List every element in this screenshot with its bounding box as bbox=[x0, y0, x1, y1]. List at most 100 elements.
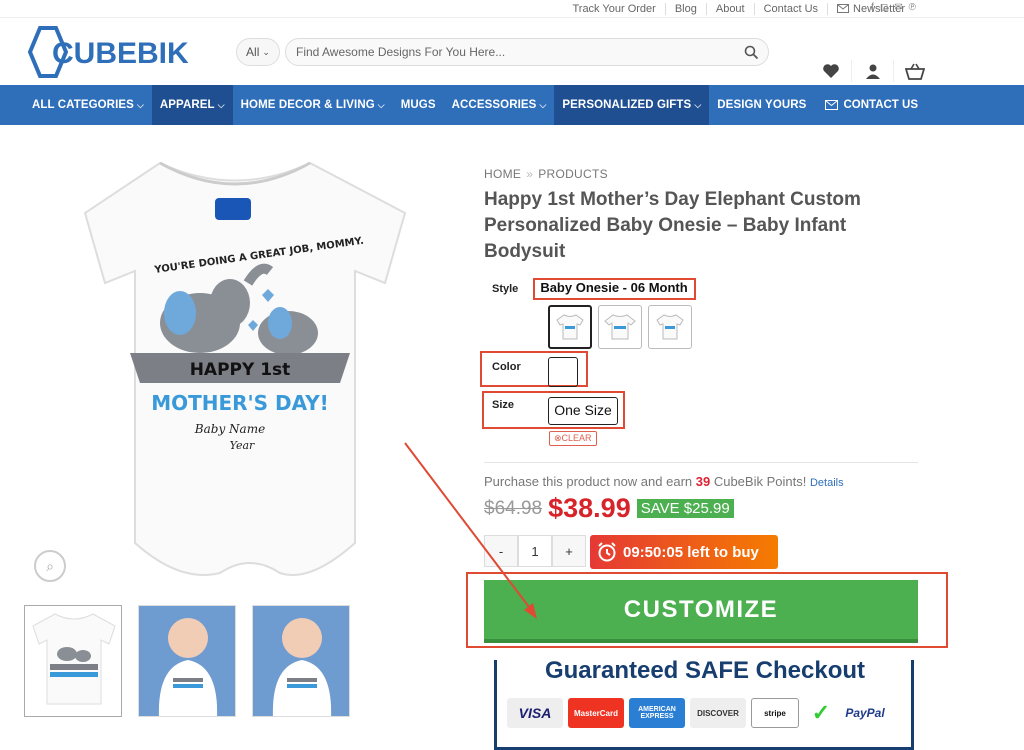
mastercard-icon: MasterCard bbox=[568, 698, 624, 728]
art-line3: MOTHER'S DAY! bbox=[151, 391, 329, 415]
search-placeholder: Find Awesome Designs For You Here... bbox=[296, 45, 506, 59]
payment-cards: VISA MasterCard AMERICAN EXPRESS DISCOVE… bbox=[507, 698, 887, 728]
nav-label: ACCESSORIES bbox=[451, 99, 537, 111]
points-text: Purchase this product now and earn bbox=[484, 474, 696, 489]
paypal-icon: PayPal bbox=[843, 698, 887, 728]
points-message: Purchase this product now and earn 39 Cu… bbox=[484, 474, 844, 489]
category-select[interactable]: All ⌄ bbox=[236, 38, 280, 66]
nav-accessories[interactable]: ACCESSORIES ⌵ bbox=[444, 85, 555, 125]
save-badge: SAVE $25.99 bbox=[636, 499, 734, 518]
customize-button[interactable]: CUSTOMIZE bbox=[484, 580, 918, 643]
chevron-down-icon: ⌵ bbox=[377, 99, 385, 110]
points-text-end: CubeBik Points! bbox=[710, 474, 807, 489]
contact-label: CONTACT US bbox=[843, 99, 918, 111]
art-line5: Year bbox=[230, 439, 255, 452]
facebook-icon[interactable]: f bbox=[871, 2, 874, 13]
nav-label: APPAREL bbox=[159, 99, 215, 111]
top-bar: Track Your Order Blog About Contact Us N… bbox=[0, 0, 1024, 18]
product-title: Happy 1st Mother’s Day Elephant Custom P… bbox=[484, 189, 861, 262]
thumbnail-baby-1[interactable] bbox=[138, 605, 236, 717]
nav-mugs[interactable]: MUGS bbox=[393, 85, 444, 125]
envelope-icon bbox=[837, 4, 850, 13]
style-swatches bbox=[548, 305, 692, 349]
nav-label: PERSONALIZED GIFTS bbox=[562, 99, 692, 111]
cubebik-logo[interactable]: CUBEBIK bbox=[22, 24, 217, 80]
qty-input[interactable]: 1 bbox=[518, 535, 552, 567]
nav-apparel[interactable]: APPAREL ⌵ bbox=[151, 85, 233, 125]
blog-link[interactable]: Blog bbox=[666, 2, 707, 15]
timer-text: 09:50:05 left to buy bbox=[623, 543, 759, 561]
visa-card-icon: VISA bbox=[507, 698, 563, 728]
qty-decrement-button[interactable]: - bbox=[484, 535, 518, 567]
breadcrumb-products[interactable]: PRODUCTS bbox=[538, 167, 608, 181]
header-icons bbox=[810, 60, 936, 82]
sale-price: $38.99 bbox=[548, 493, 631, 523]
search-bar: All ⌄ Find Awesome Designs For You Here.… bbox=[236, 38, 769, 66]
thumbnail-baby-2[interactable] bbox=[252, 605, 350, 717]
about-link[interactable]: About bbox=[707, 2, 755, 15]
social-icons: f ◻ ✉ ℗ bbox=[871, 2, 916, 13]
email-icon[interactable]: ✉ bbox=[894, 2, 902, 13]
size-option-one-size[interactable]: One Size bbox=[548, 397, 618, 425]
nav-label: DESIGN YOURS bbox=[717, 99, 807, 111]
stripe-secure-icon: stripe bbox=[751, 698, 799, 728]
chevron-down-icon: ⌵ bbox=[136, 99, 144, 110]
nav-home-decor[interactable]: HOME DECOR & LIVING ⌵ bbox=[233, 85, 393, 125]
zoom-button[interactable]: ⌕ bbox=[34, 550, 66, 582]
shield-check-icon: ✓ bbox=[804, 698, 838, 728]
size-label: Size bbox=[492, 399, 515, 411]
clear-selection-button[interactable]: ⊗CLEAR bbox=[549, 431, 597, 446]
countdown-timer: 09:50:05 left to buy bbox=[590, 535, 778, 569]
heart-icon bbox=[822, 64, 839, 78]
safe-checkout-badge: Guaranteed SAFE Checkout VISA MasterCard… bbox=[494, 657, 914, 750]
breadcrumb: HOME » PRODUCTS bbox=[484, 167, 608, 181]
qty-increment-button[interactable]: + bbox=[552, 535, 586, 567]
nav-all-categories[interactable]: ALL CATEGORIES ⌵ bbox=[24, 85, 152, 125]
style-swatch-tee[interactable] bbox=[598, 305, 642, 349]
header: CUBEBIK All ⌄ Find Awesome Designs For Y… bbox=[0, 18, 1024, 85]
old-price: $64.98 bbox=[484, 497, 543, 519]
search-icon[interactable] bbox=[744, 45, 759, 60]
instagram-icon[interactable]: ◻ bbox=[880, 2, 888, 13]
art-line4: Baby Name bbox=[194, 422, 265, 436]
thumbnail-gallery bbox=[24, 605, 350, 717]
cart-button[interactable] bbox=[894, 60, 936, 82]
pinterest-icon[interactable]: ℗ bbox=[909, 2, 916, 13]
chevron-down-icon: ⌵ bbox=[539, 99, 547, 110]
chevron-down-icon: ⌵ bbox=[694, 99, 702, 110]
divider bbox=[484, 462, 918, 463]
wishlist-button[interactable] bbox=[810, 60, 852, 82]
nav-label: HOME DECOR & LIVING bbox=[240, 99, 375, 111]
chevron-down-icon: ⌄ bbox=[262, 46, 270, 57]
alarm-clock-icon bbox=[598, 542, 616, 562]
style-swatch-onesie[interactable] bbox=[548, 305, 592, 349]
thumbnail-onesie[interactable] bbox=[24, 605, 122, 717]
nav-personalized-gifts[interactable]: PERSONALIZED GIFTS ⌵ bbox=[554, 85, 710, 125]
product-page: YOU'RE DOING A GREAT JOB, MOMMY. HAPPY 1… bbox=[0, 125, 1024, 750]
color-swatch-white[interactable] bbox=[548, 357, 578, 387]
style-label: Style bbox=[492, 283, 519, 295]
search-input[interactable]: Find Awesome Designs For You Here... bbox=[285, 38, 769, 66]
points-details-link[interactable]: Details bbox=[810, 477, 844, 489]
style-selected-value: Baby Onesie - 06 Month bbox=[540, 280, 688, 295]
product-image[interactable]: YOU'RE DOING A GREAT JOB, MOMMY. HAPPY 1… bbox=[30, 153, 440, 593]
nav-design-yours[interactable]: DESIGN YOURS bbox=[709, 85, 814, 125]
style-swatch-bodysuit[interactable] bbox=[648, 305, 692, 349]
envelope-icon bbox=[825, 100, 839, 110]
track-order-link[interactable]: Track Your Order bbox=[563, 2, 666, 15]
amex-card-icon: AMERICAN EXPRESS bbox=[629, 698, 685, 728]
nav-label: MUGS bbox=[400, 99, 436, 111]
logo-text: CUBEBIK bbox=[52, 37, 189, 70]
breadcrumb-home[interactable]: HOME bbox=[484, 167, 521, 181]
nav-label: ALL CATEGORIES bbox=[32, 99, 134, 111]
user-icon bbox=[865, 64, 880, 79]
account-button[interactable] bbox=[852, 60, 894, 82]
chevron-down-icon: ⌵ bbox=[217, 99, 225, 110]
main-nav: ALL CATEGORIES ⌵ APPAREL ⌵ HOME DECOR & LI… bbox=[0, 85, 1024, 125]
contact-us-link[interactable]: Contact Us bbox=[755, 2, 829, 15]
category-value: All bbox=[246, 45, 260, 59]
quantity-stepper: - 1 + bbox=[484, 535, 586, 567]
discover-card-icon: DISCOVER bbox=[690, 698, 746, 728]
nav-contact-us[interactable]: CONTACT US bbox=[825, 85, 918, 125]
magnify-icon: ⌕ bbox=[46, 557, 54, 574]
